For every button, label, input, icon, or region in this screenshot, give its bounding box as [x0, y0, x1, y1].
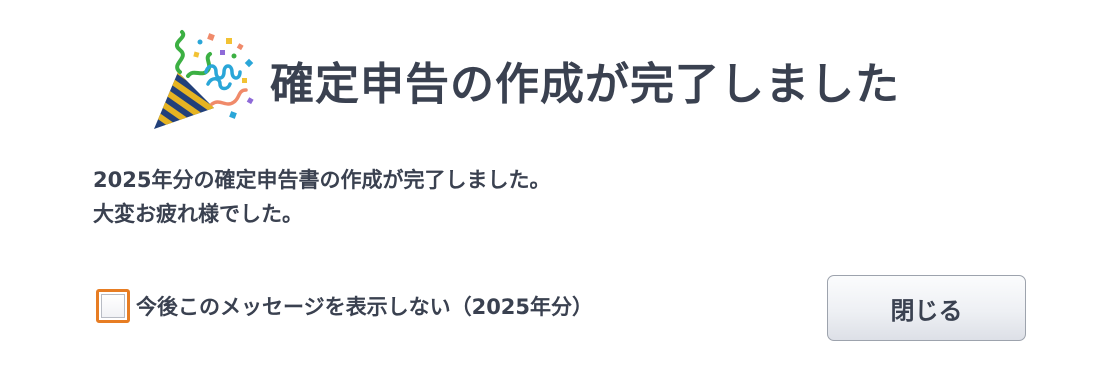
dont-show-again-checkbox[interactable]	[96, 289, 130, 323]
dialog-header: 確定申告の作成が完了しました	[150, 28, 900, 132]
party-popper-icon	[154, 30, 254, 129]
close-button[interactable]: 閉じる	[827, 275, 1026, 341]
message-line-2: 大変お疲れ様でした。	[93, 202, 303, 226]
dialog-message: 2025年分の確定申告書の作成が完了しました。 大変お疲れ様でした。	[93, 163, 550, 231]
completion-dialog: 確定申告の作成が完了しました 2025年分の確定申告書の作成が完了しました。 大…	[0, 0, 1120, 376]
dont-show-again-option[interactable]: 今後このメッセージを表示しない（2025年分）	[96, 289, 593, 323]
dialog-title: 確定申告の作成が完了しました	[270, 59, 900, 110]
dont-show-again-label[interactable]: 今後このメッセージを表示しない（2025年分）	[136, 291, 593, 321]
message-line-1: 2025年分の確定申告書の作成が完了しました。	[93, 168, 551, 192]
checkbox-square	[101, 294, 125, 318]
